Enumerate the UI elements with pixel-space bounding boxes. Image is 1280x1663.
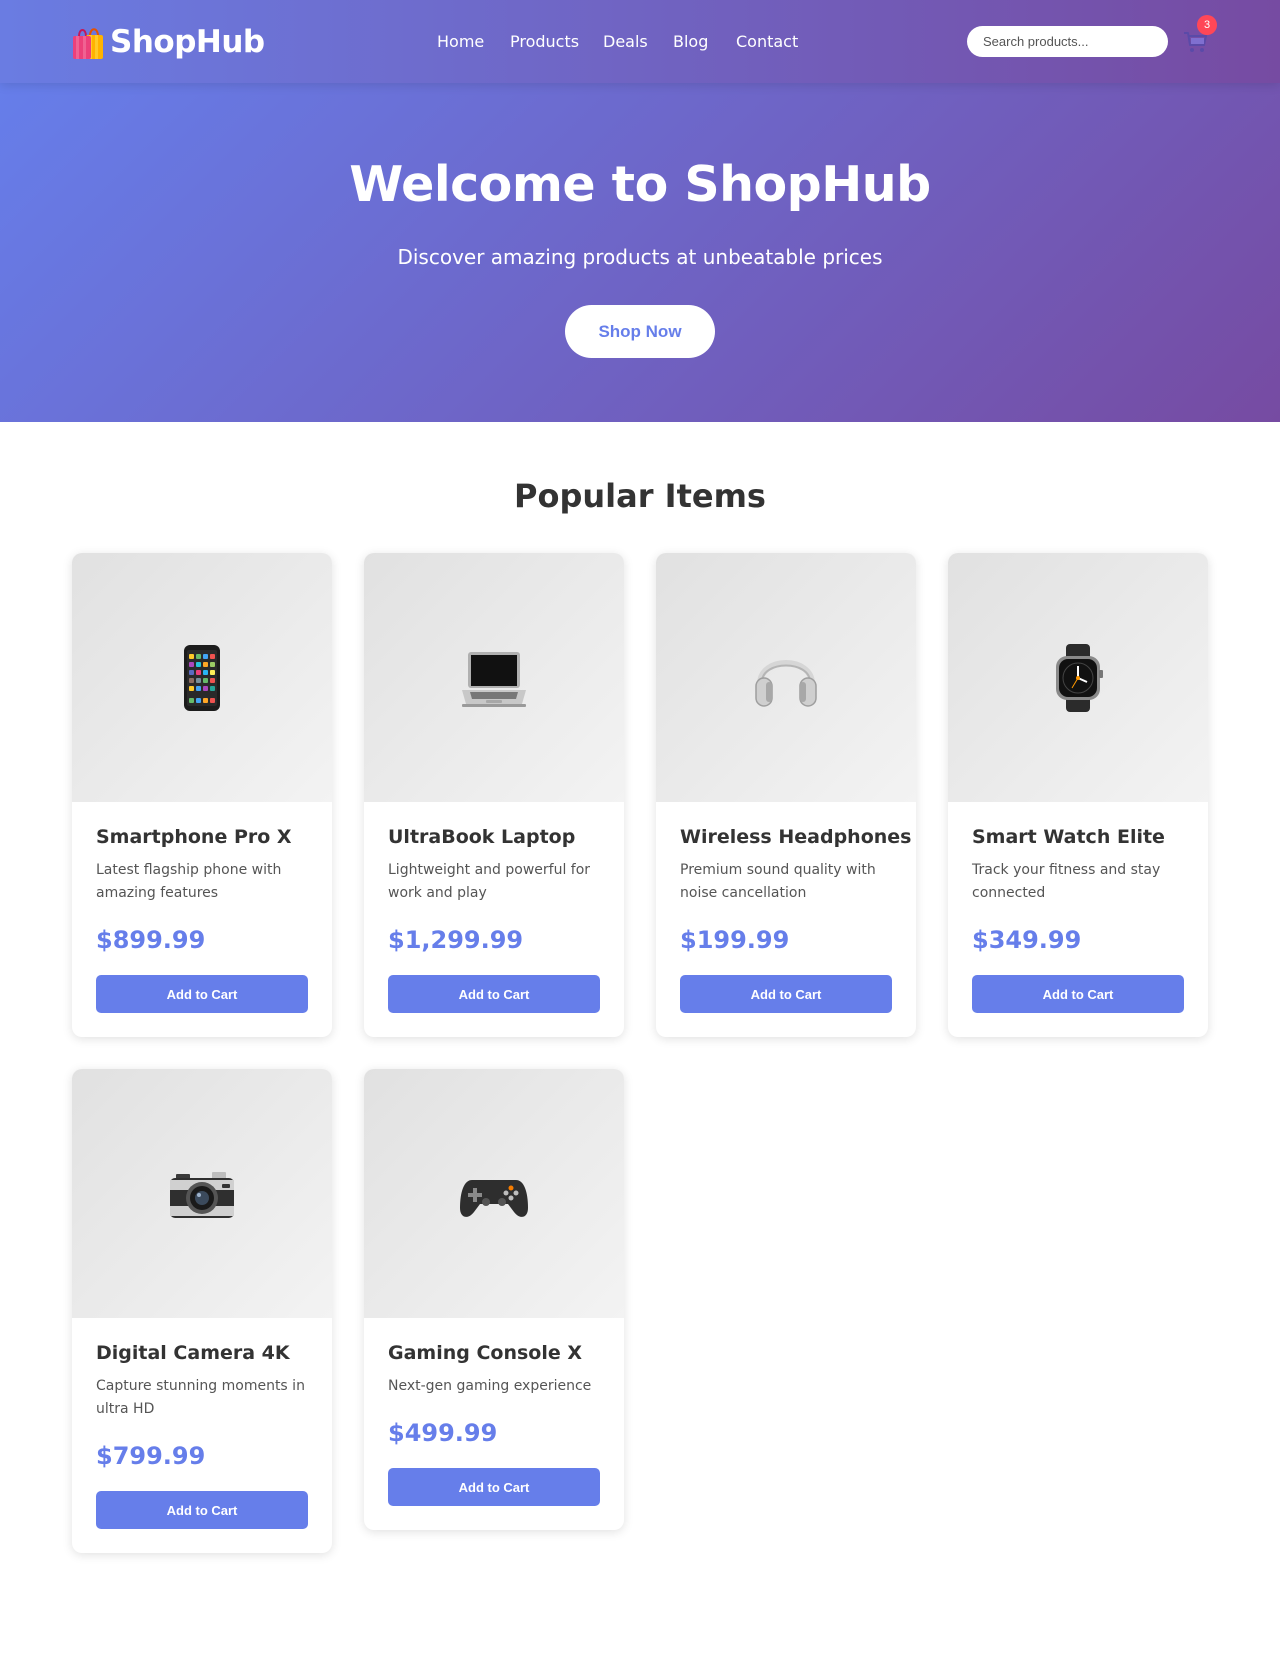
- nav-blog[interactable]: Blog: [673, 30, 708, 54]
- product-info: Wireless Headphones Premium sound qualit…: [656, 802, 916, 1037]
- product-description: Next-gen gaming experience: [388, 1378, 592, 1394]
- nav-products[interactable]: Products: [510, 30, 579, 54]
- product-image: [364, 553, 624, 802]
- product-name: Gaming Console X: [388, 1342, 583, 1364]
- gamepad-icon: [460, 1179, 528, 1217]
- nav-home[interactable]: Home: [437, 30, 484, 54]
- smartphone-icon: [184, 644, 220, 711]
- product-card: Digital Camera 4K Capture stunning momen…: [72, 1069, 332, 1553]
- product-card: Wireless Headphones Premium sound qualit…: [656, 553, 916, 1037]
- shopping-bags-icon: [73, 28, 103, 59]
- search-input[interactable]: [967, 26, 1168, 57]
- product-card: Smart Watch Elite Track your fitness and…: [948, 553, 1208, 1037]
- shop-now-button[interactable]: Shop Now: [565, 305, 715, 358]
- add-to-cart-button[interactable]: Add to Cart: [972, 975, 1184, 1013]
- section-title: Popular Items: [514, 477, 766, 515]
- product-info: Smartphone Pro X Latest flagship phone w…: [72, 802, 332, 1037]
- product-info: Smart Watch Elite Track your fitness and…: [948, 802, 1208, 1037]
- laptop-icon: [462, 651, 526, 707]
- site-header: ShopHub Home Products Deals Blog Contact…: [0, 0, 1280, 83]
- camera-icon: [170, 1171, 234, 1218]
- add-to-cart-button[interactable]: Add to Cart: [388, 975, 600, 1013]
- product-price: $349.99: [972, 926, 1082, 954]
- watch-icon: [1056, 643, 1103, 712]
- product-price: $1,299.99: [388, 926, 524, 954]
- product-name: UltraBook Laptop: [388, 826, 576, 848]
- product-info: Gaming Console X Next-gen gaming experie…: [364, 1318, 624, 1530]
- product-grid: Smartphone Pro X Latest flagship phone w…: [72, 553, 1208, 1553]
- add-to-cart-button[interactable]: Add to Cart: [680, 975, 892, 1013]
- product-description: Capture stunning moments in ultra HD: [96, 1378, 305, 1417]
- product-card: UltraBook Laptop Lightweight and powerfu…: [364, 553, 624, 1037]
- cart-count-badge: 3: [1197, 15, 1217, 35]
- product-info: Digital Camera 4K Capture stunning momen…: [72, 1318, 332, 1553]
- hero-title: Welcome to ShopHub: [349, 156, 931, 213]
- logo-link[interactable]: ShopHub: [71, 22, 265, 62]
- hero-banner: Welcome to ShopHub Discover amazing prod…: [0, 83, 1280, 422]
- product-description: Track your fitness and stay connected: [972, 862, 1161, 901]
- product-card: Smartphone Pro X Latest flagship phone w…: [72, 553, 332, 1037]
- product-image: [72, 553, 332, 802]
- logo-text: ShopHub: [110, 24, 265, 60]
- add-to-cart-button[interactable]: Add to Cart: [96, 975, 308, 1013]
- product-image: [656, 553, 916, 802]
- add-to-cart-button[interactable]: Add to Cart: [96, 1491, 308, 1529]
- product-card: Gaming Console X Next-gen gaming experie…: [364, 1069, 624, 1530]
- nav-contact[interactable]: Contact: [736, 30, 798, 54]
- nav-deals[interactable]: Deals: [603, 30, 648, 54]
- product-description: Latest flagship phone with amazing featu…: [96, 862, 282, 901]
- product-image: [72, 1069, 332, 1318]
- product-image: [364, 1069, 624, 1318]
- product-description: Premium sound quality with noise cancell…: [680, 862, 876, 901]
- hero-subtitle: Discover amazing products at unbeatable …: [397, 245, 883, 269]
- product-name: Wireless Headphones: [680, 826, 912, 848]
- product-info: UltraBook Laptop Lightweight and powerfu…: [364, 802, 624, 1037]
- product-name: Smartphone Pro X: [96, 826, 292, 848]
- product-name: Digital Camera 4K: [96, 1342, 290, 1364]
- product-price: $499.99: [388, 1419, 498, 1447]
- product-description: Lightweight and powerful for work and pl…: [388, 862, 591, 901]
- cart-button[interactable]: 3: [1181, 15, 1217, 58]
- product-name: Smart Watch Elite: [972, 826, 1165, 848]
- product-price: $899.99: [96, 926, 206, 954]
- product-price: $799.99: [96, 1442, 206, 1470]
- add-to-cart-button[interactable]: Add to Cart: [388, 1468, 600, 1506]
- product-image: [948, 553, 1208, 802]
- product-price: $199.99: [680, 926, 790, 954]
- headphones-icon: [755, 659, 817, 707]
